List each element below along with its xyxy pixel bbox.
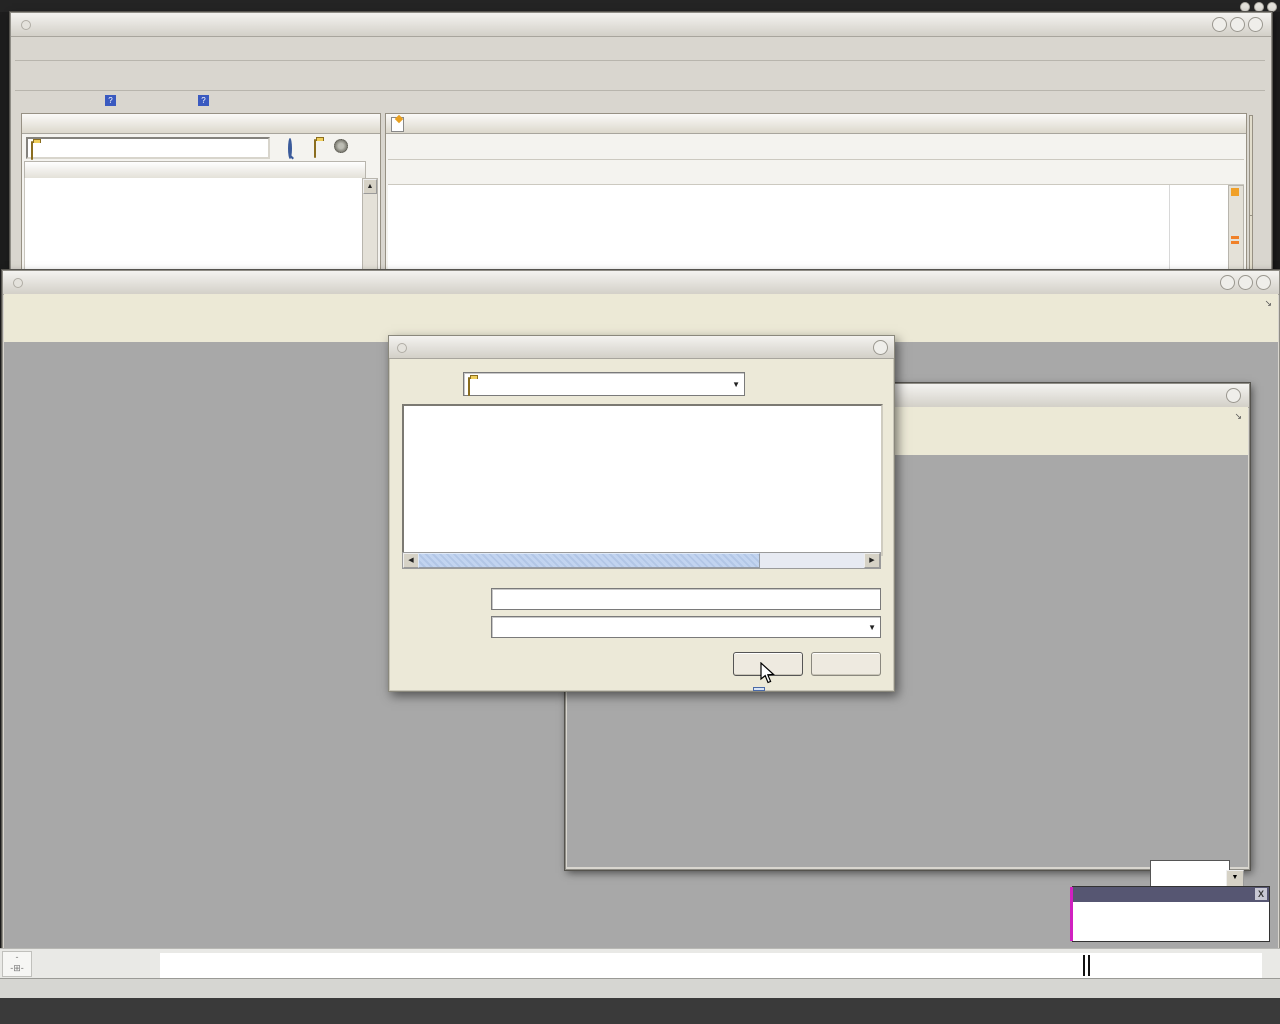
writer-document-strip: --⊞- [0,948,1280,979]
writer-ruler-corner: --⊞- [2,951,32,977]
maximize-icon[interactable] [1230,17,1245,32]
image-window: X [1072,886,1270,942]
folder-list[interactable] [402,404,883,556]
image-window-titlebar[interactable]: X [1073,887,1269,902]
folder-icon [31,141,33,160]
editor-column-guide [1169,185,1170,270]
taskbar [0,998,1280,1024]
editor-code-area[interactable] [388,185,1230,270]
scroll-left-icon[interactable]: ◀ [403,553,419,568]
folder-icon [468,377,470,396]
menu-overflow-icon[interactable]: ↘ [1234,411,1242,422]
file-name-input[interactable] [491,588,881,610]
bg-window-button [1254,2,1264,12]
gene-listbox[interactable] [1150,860,1230,889]
file-list-scrollbar[interactable]: ▲ [362,178,378,272]
change-bar [1088,955,1090,976]
change-bar [1083,955,1085,976]
folder-list-hscrollbar[interactable]: ◀ ▶ [402,552,881,569]
writer-statusbar [0,978,1280,999]
search-icon[interactable] [288,138,292,159]
ezview-window-icon [13,278,23,288]
save-dialog: ▼ ◀ ▶ ▼ [388,335,895,692]
minimize-icon[interactable] [1220,275,1235,290]
gene-list-dropdown-icon[interactable]: ▼ [1226,870,1244,887]
close-icon[interactable]: X [1255,888,1267,900]
cancel-button[interactable] [811,652,881,676]
whats-new-icon: ? [198,95,209,106]
bg-window-button [1267,2,1277,12]
matlab-toolbar [15,60,1265,91]
save-tooltip [753,687,765,691]
editor-toolbar [388,135,1244,160]
tab-command-history[interactable] [1249,115,1253,221]
combo-dropdown-icon[interactable]: ▼ [732,380,740,389]
dialog-window-icon [397,343,407,353]
hscroll-thumb[interactable] [418,553,760,568]
save-in-combo[interactable]: ▼ [463,372,745,396]
matlab-titlebar[interactable] [11,13,1271,37]
editor-marker-line [1231,236,1239,239]
up-one-level-icon[interactable] [314,139,316,158]
editor-header[interactable] [386,114,1246,134]
matlab-window: ? ? [10,12,1272,272]
editor-marker [1231,188,1239,196]
ezview-menubar: ↘ [4,294,1278,317]
file-list [24,178,366,271]
editor-cell-toolbar [388,160,1244,185]
close-icon[interactable] [1248,17,1263,32]
address-combo[interactable] [26,137,270,159]
writer-page[interactable] [160,953,1262,979]
how-to-add-icon: ? [105,95,116,106]
actions-gear-icon[interactable] [334,139,348,153]
current-folder-panel: ▲ [21,113,381,273]
current-folder-addressbar [24,135,376,159]
ezview-titlebar[interactable] [3,271,1279,295]
editor-scrollbar[interactable] [1228,185,1244,272]
close-icon[interactable] [1256,275,1271,290]
mouse-cursor [758,662,778,686]
scroll-up-icon[interactable]: ▲ [363,179,377,194]
minimize-icon[interactable] [1212,17,1227,32]
dialog-titlebar[interactable] [389,336,894,359]
menu-overflow-icon[interactable]: ↘ [1264,298,1272,309]
maximize-icon[interactable] [1238,275,1253,290]
close-icon[interactable] [873,340,888,355]
matlab-shortcuts-bar: ? ? [15,91,1265,112]
dialog-nav-icons [755,372,891,396]
matlab-window-icon [21,20,31,30]
current-folder-header[interactable] [22,114,380,134]
files-of-type-combo[interactable]: ▼ [491,616,881,638]
combo-dropdown-icon[interactable]: ▼ [868,623,876,632]
scroll-right-icon[interactable]: ▶ [864,553,880,568]
desktop-top-strip [0,0,1280,12]
bg-window-button [1240,2,1250,12]
editor-panel [385,113,1247,273]
close-icon[interactable] [1226,388,1241,403]
editor-marker-line [1231,241,1239,244]
